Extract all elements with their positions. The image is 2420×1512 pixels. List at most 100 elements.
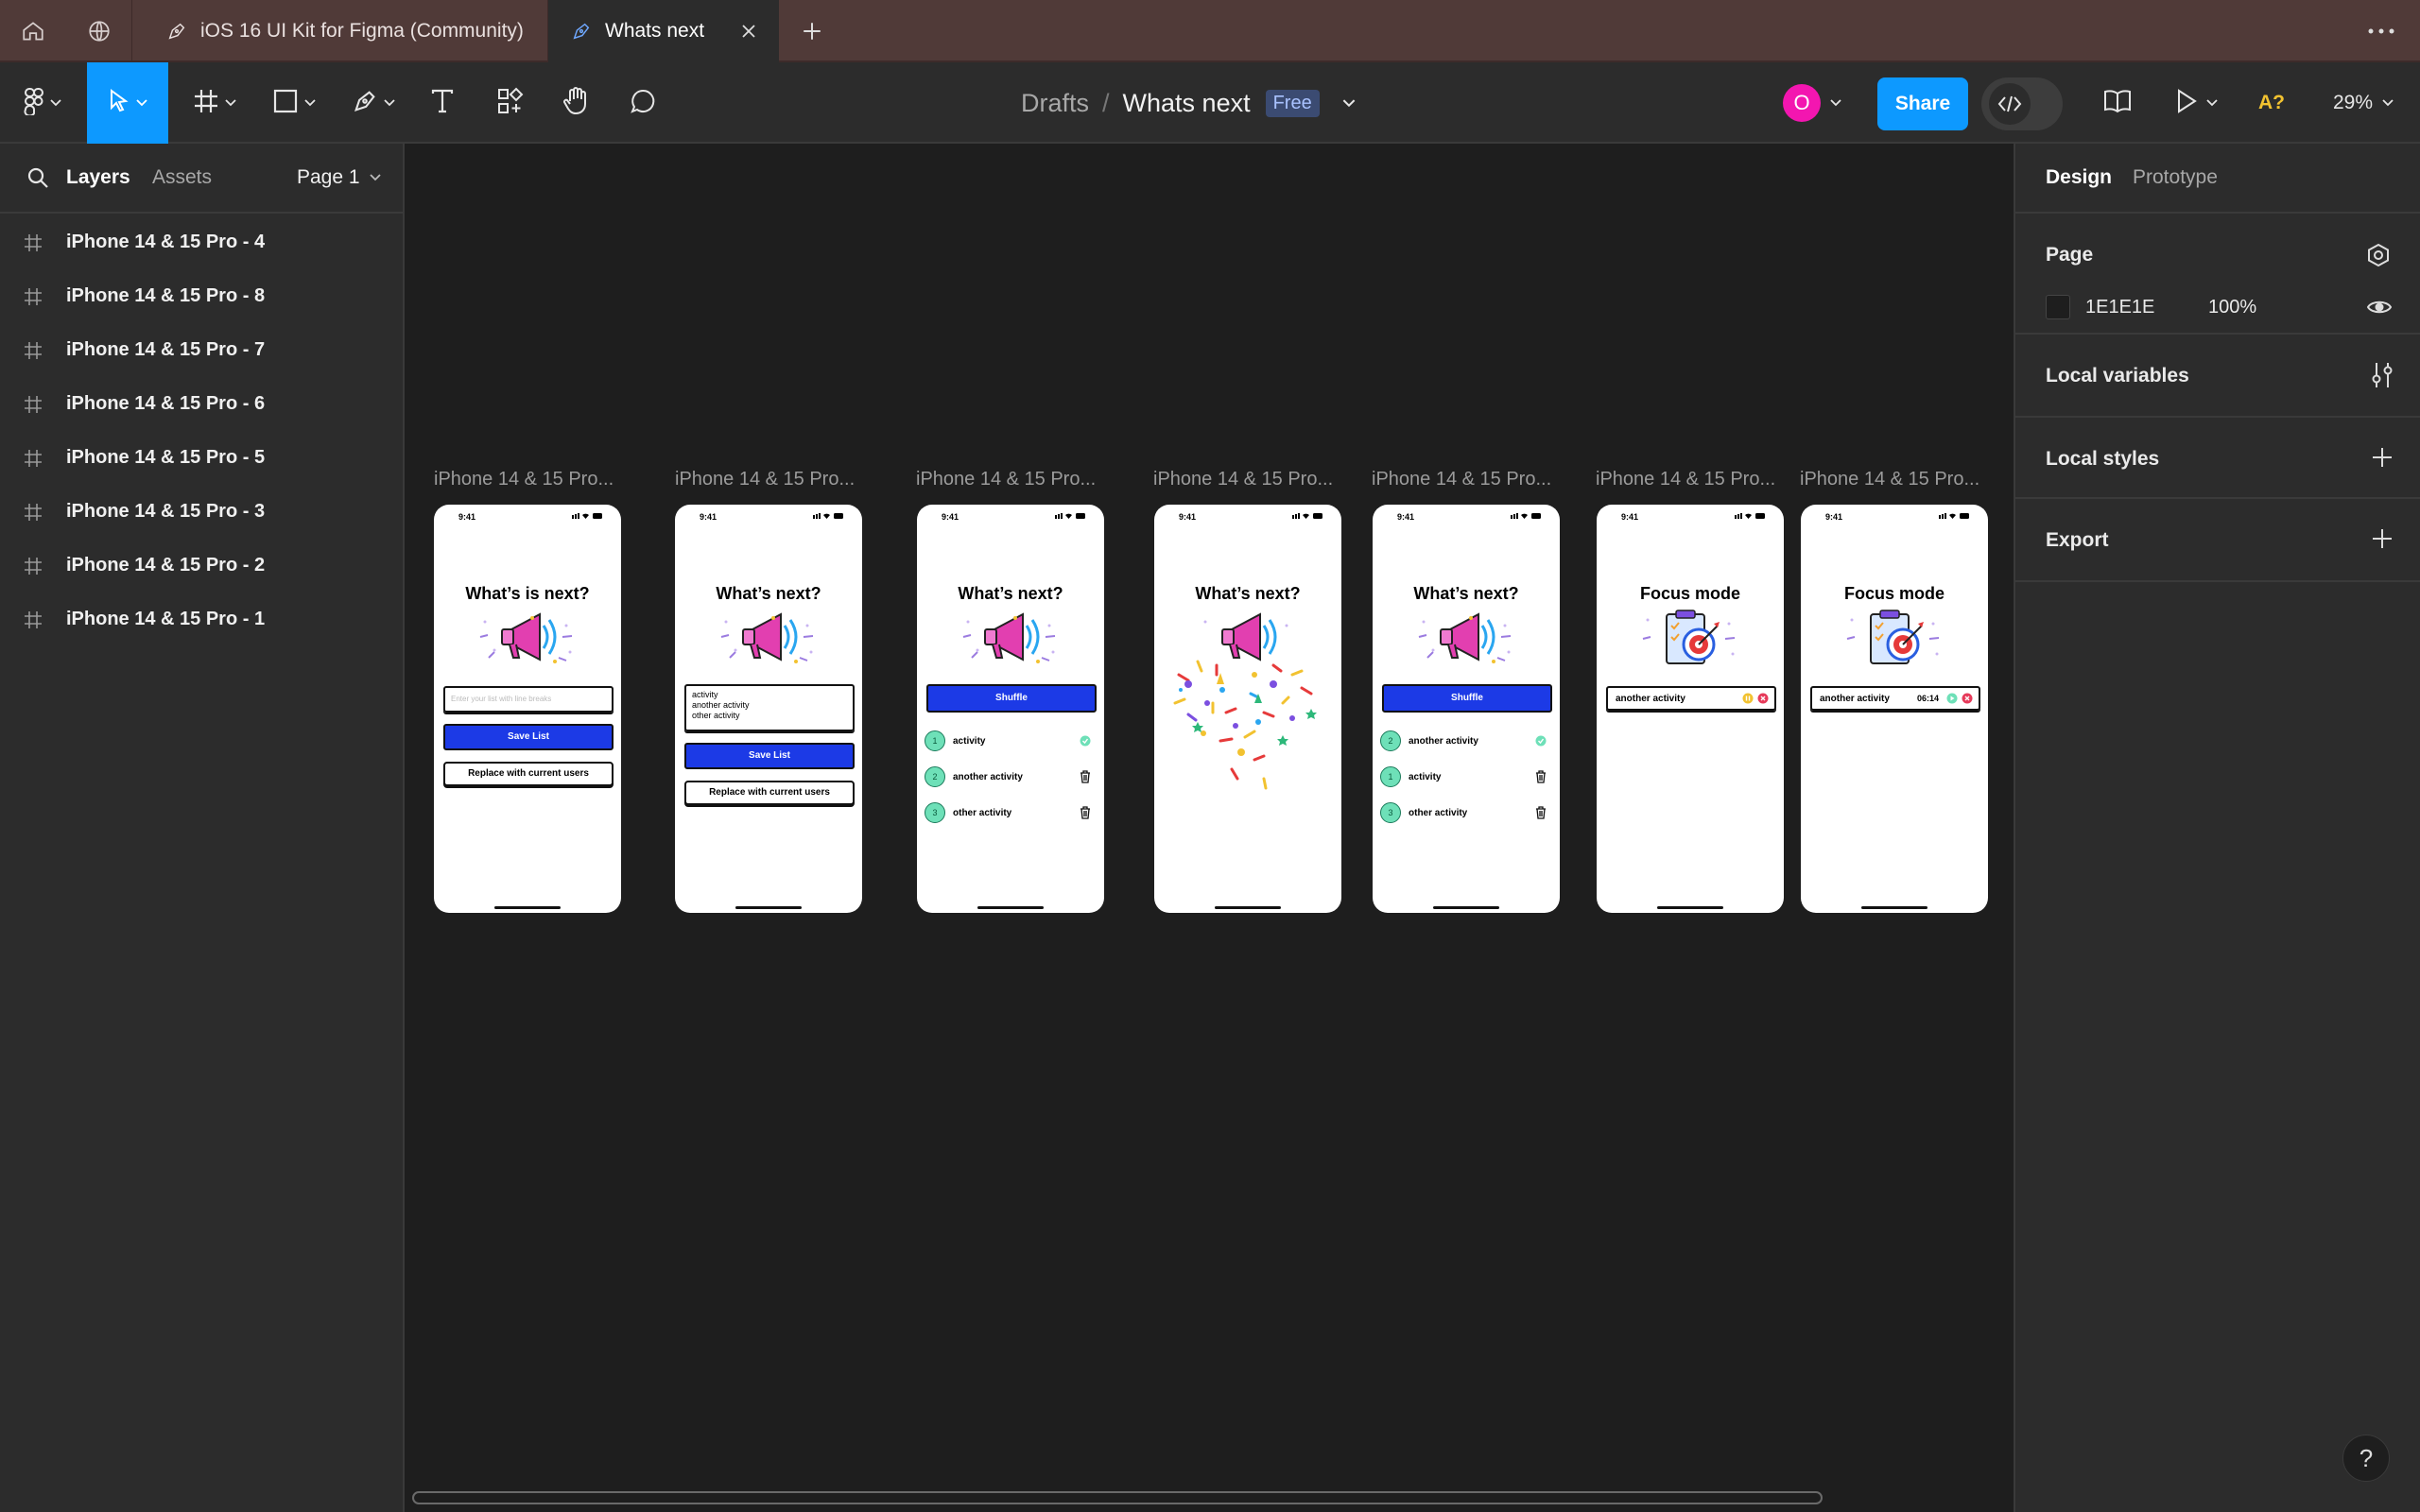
shuffle-button[interactable]: Shuffle [1382, 684, 1552, 713]
layer-item[interactable]: iPhone 14 & 15 Pro - 5 [0, 431, 403, 485]
save-list-button[interactable]: Save List [684, 743, 855, 769]
variables-sliders-icon[interactable] [2371, 361, 2394, 389]
item-text: other activity [953, 807, 1012, 818]
text-t-icon [429, 88, 456, 119]
chevron-down-icon[interactable] [1342, 98, 1356, 108]
community-globe-icon[interactable] [66, 0, 132, 62]
file-name[interactable]: Whats next [1123, 89, 1251, 118]
list-item[interactable]: 1 activity [1380, 765, 1552, 788]
list-item[interactable]: 2 another activity [925, 765, 1097, 788]
breadcrumb-drafts[interactable]: Drafts [1021, 89, 1089, 118]
stop-icon[interactable] [1757, 693, 1769, 704]
more-options-icon[interactable] [2348, 0, 2414, 62]
focus-item[interactable]: another activity 06:14 [1810, 686, 1980, 711]
frame-label[interactable]: iPhone 14 & 15 Pro... [1153, 469, 1342, 490]
frame-label[interactable]: iPhone 14 & 15 Pro... [916, 469, 1105, 490]
list-textarea[interactable]: activity another activity other activity [684, 684, 855, 731]
layer-item[interactable]: iPhone 14 & 15 Pro - 7 [0, 323, 403, 377]
hand-tool-button[interactable] [556, 62, 597, 144]
frame-tool-button[interactable] [185, 62, 244, 144]
text-tool-button[interactable] [422, 62, 463, 144]
close-tab-icon[interactable] [739, 22, 758, 41]
check-icon[interactable] [1535, 735, 1547, 747]
phone-frame-3[interactable]: 9:41 Focus mode another activity [1597, 505, 1784, 913]
home-icon[interactable] [0, 0, 66, 62]
check-icon[interactable] [1080, 735, 1091, 747]
page-section-title: Page [2046, 244, 2094, 266]
chevron-down-icon [369, 174, 381, 181]
save-list-button[interactable]: Save List [443, 724, 614, 750]
page-selector[interactable]: Page 1 [297, 166, 381, 189]
tab-ios-ui-kit[interactable]: iOS 16 UI Kit for Figma (Community) [132, 0, 548, 62]
tab-prototype[interactable]: Prototype [2133, 166, 2218, 189]
search-icon[interactable] [26, 166, 49, 189]
frame-label[interactable]: iPhone 14 & 15 Pro... [1372, 469, 1561, 490]
page-opacity[interactable]: 100% [2208, 297, 2256, 318]
layer-item[interactable]: iPhone 14 & 15 Pro - 6 [0, 377, 403, 431]
layer-item[interactable]: iPhone 14 & 15 Pro - 3 [0, 485, 403, 539]
library-book-button[interactable] [2097, 62, 2138, 144]
present-button[interactable] [2169, 62, 2225, 144]
add-style-plus-icon[interactable] [2371, 446, 2394, 469]
trash-icon[interactable] [1080, 806, 1091, 819]
eye-visibility-icon[interactable] [2367, 297, 2392, 318]
focus-item[interactable]: another activity [1606, 686, 1776, 711]
comment-tool-button[interactable] [622, 62, 664, 144]
page-settings-icon[interactable] [2365, 242, 2392, 268]
move-tool-button[interactable] [87, 62, 168, 144]
trash-icon[interactable] [1535, 770, 1547, 783]
chevron-down-icon [2206, 99, 2218, 107]
tab-layers[interactable]: Layers [66, 166, 130, 189]
phone-frame-7[interactable]: 9:41 What’s next? Shuffle 1 activity 2 ano… [917, 505, 1104, 913]
layer-item[interactable]: iPhone 14 & 15 Pro - 4 [0, 215, 403, 269]
phone-frame-6[interactable]: 9:41 What’s next? [1154, 505, 1341, 913]
shape-tool-button[interactable] [265, 62, 323, 144]
play-resume-icon[interactable] [1946, 693, 1958, 704]
stop-icon[interactable] [1962, 693, 1973, 704]
multiplayer-avatar[interactable]: O [1779, 62, 1845, 144]
trash-icon[interactable] [1535, 806, 1547, 819]
layer-label: iPhone 14 & 15 Pro - 7 [66, 339, 266, 360]
list-input[interactable]: Enter your list with line breaks [443, 686, 614, 713]
resources-tool-button[interactable] [490, 62, 531, 144]
plan-badge[interactable]: Free [1265, 89, 1320, 117]
frame-label[interactable]: iPhone 14 & 15 Pro... [675, 469, 864, 490]
phone-frame-2[interactable]: 9:41 Focus mode another activity 06:14 [1801, 505, 1988, 913]
phone-frame-4[interactable]: 9:41 What’s is next? Enter your list wit… [434, 505, 621, 913]
share-button[interactable]: Share [1877, 77, 1968, 130]
new-tab-plus-icon[interactable] [779, 0, 845, 62]
tab-whats-next[interactable]: Whats next [548, 0, 779, 62]
trash-icon[interactable] [1080, 770, 1091, 783]
main-menu-button[interactable] [13, 62, 72, 144]
frame-label[interactable]: iPhone 14 & 15 Pro... [1596, 469, 1785, 490]
tab-assets[interactable]: Assets [152, 166, 212, 189]
phone-frame-5[interactable]: 9:41 What’s next? Shuffle 2 another activ… [1373, 505, 1560, 913]
list-item[interactable]: 1 activity [925, 730, 1097, 752]
item-text: activity [953, 735, 986, 747]
pen-tool-button[interactable] [344, 62, 403, 144]
phone-frame-8[interactable]: 9:41 What’s next? activity another activ… [675, 505, 862, 913]
add-export-plus-icon[interactable] [2371, 527, 2394, 550]
page-color-hex[interactable]: 1E1E1E [2085, 297, 2154, 318]
frame-label[interactable]: iPhone 14 & 15 Pro... [1800, 469, 1989, 490]
list-item[interactable]: 2 another activity [1380, 730, 1552, 752]
tab-design[interactable]: Design [2046, 166, 2112, 189]
home-indicator [977, 906, 1044, 909]
frame-label[interactable]: iPhone 14 & 15 Pro... [434, 469, 623, 490]
pause-icon[interactable] [1742, 693, 1754, 704]
replace-users-button[interactable]: Replace with current users [443, 762, 614, 786]
list-item[interactable]: 3 other activity [1380, 801, 1552, 824]
replace-users-button[interactable]: Replace with current users [684, 781, 855, 805]
dev-mode-toggle[interactable] [1981, 77, 2063, 130]
list-item[interactable]: 3 other activity [925, 801, 1097, 824]
help-button[interactable]: ? [2342, 1435, 2390, 1482]
missing-fonts-indicator[interactable]: A? [2256, 62, 2288, 144]
horizontal-scrollbar[interactable] [412, 1491, 1823, 1504]
pen-file-icon [166, 21, 187, 42]
page-color-swatch[interactable] [2046, 295, 2070, 319]
zoom-dropdown[interactable]: 29% [2325, 62, 2401, 144]
layer-item[interactable]: iPhone 14 & 15 Pro - 8 [0, 269, 403, 323]
shuffle-button[interactable]: Shuffle [926, 684, 1097, 713]
layer-item[interactable]: iPhone 14 & 15 Pro - 2 [0, 539, 403, 593]
layer-item[interactable]: iPhone 14 & 15 Pro - 1 [0, 593, 403, 646]
